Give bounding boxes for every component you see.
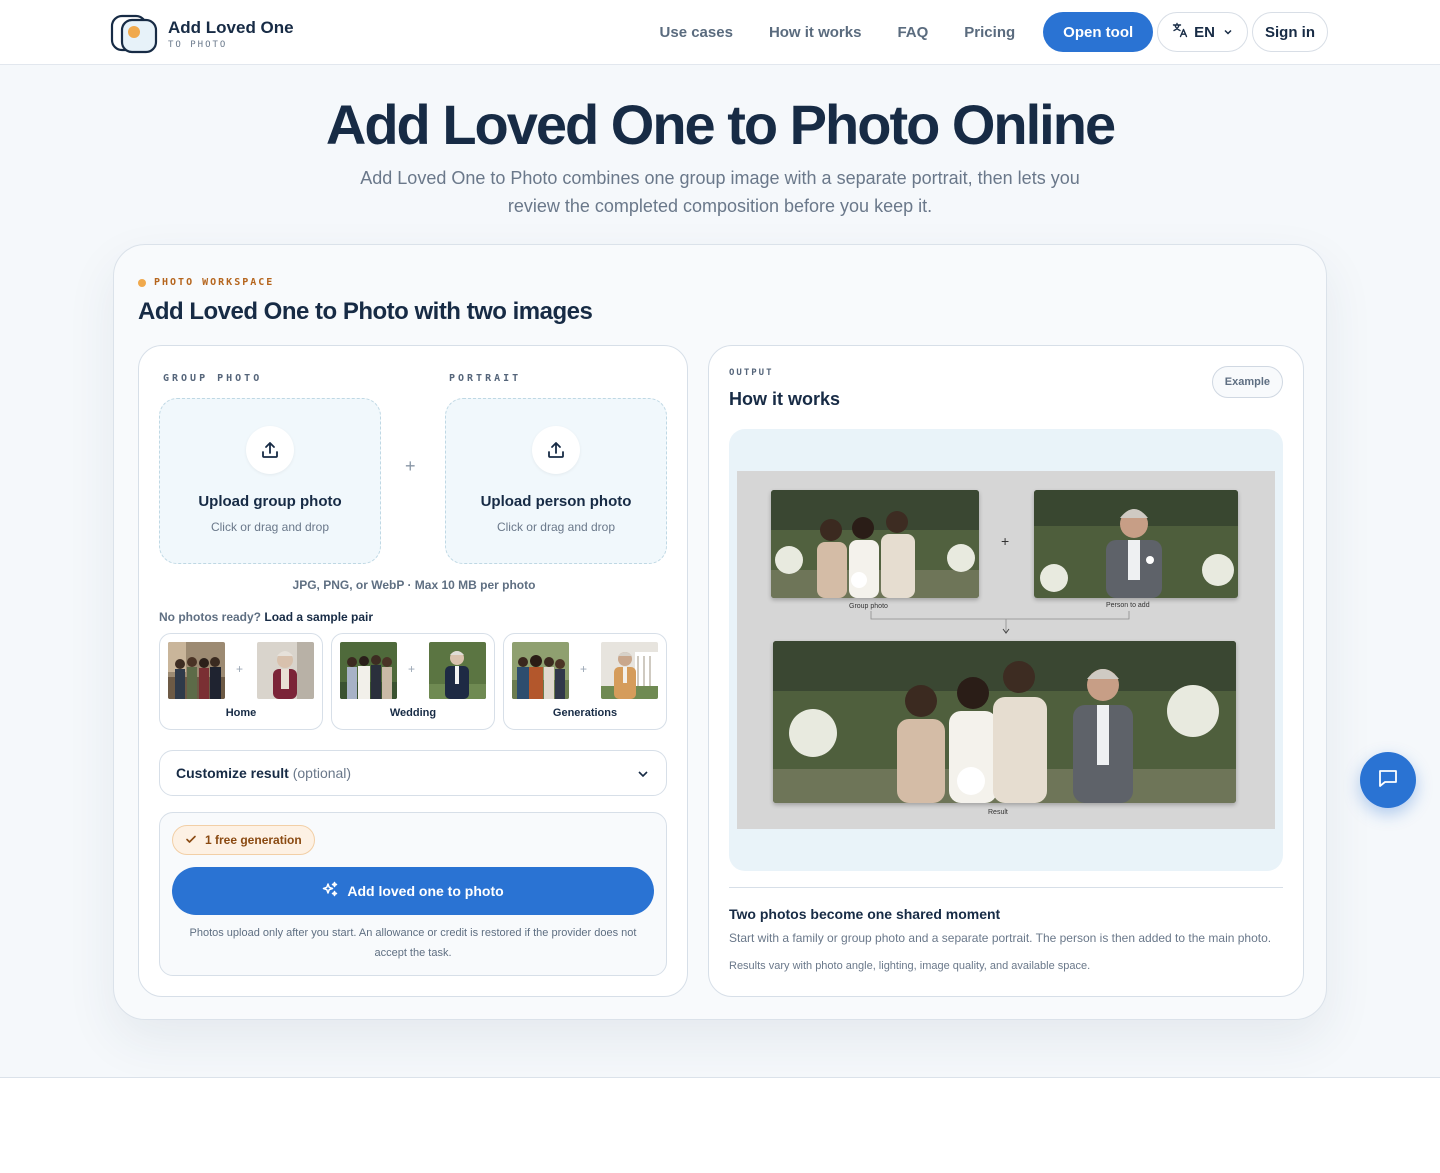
workspace-title: Add Loved One to Photo with two images <box>138 298 593 325</box>
example-button[interactable]: Example <box>1211 366 1283 398</box>
sample-note: No photos ready? Load a sample pair <box>159 610 373 624</box>
divider <box>729 887 1283 888</box>
output-label: OUTPUT <box>729 368 774 378</box>
sample-card-home[interactable]: + Home <box>159 633 323 730</box>
free-generation-badge: 1 free generation <box>172 825 315 855</box>
sample-card-wedding[interactable]: + Wedding <box>331 633 495 730</box>
sign-in-button[interactable]: Sign in <box>1252 12 1328 52</box>
customize-title: Customize result <box>176 765 289 781</box>
generation-note: Photos upload only after you start. An a… <box>189 927 637 959</box>
example-diagram: Group photo + Person to add Result <box>737 471 1275 829</box>
page-subtitle: Add Loved One to Photo combines one grou… <box>360 168 1080 216</box>
logo-title: Add Loved One <box>168 18 294 37</box>
workspace-tag-label: PHOTO WORKSPACE <box>154 277 275 288</box>
load-sample-link[interactable]: Load a sample pair <box>264 610 373 624</box>
upload-person-title: Upload person photo <box>480 493 632 510</box>
sparkle-icon <box>322 881 339 901</box>
upload-group-hint: Click or drag and drop <box>210 520 330 534</box>
language-selector[interactable]: EN <box>1157 12 1248 52</box>
logo-subtitle: TO PHOTO <box>168 40 228 50</box>
open-tool-button[interactable]: Open tool <box>1043 12 1154 52</box>
site-header: Add Loved One TO PHOTO Use cases How it … <box>0 0 1440 65</box>
output-panel: OUTPUT How it works Example Group photo … <box>708 345 1304 997</box>
output-title: How it works <box>729 389 841 409</box>
caption-result: Result <box>988 809 1008 816</box>
description-note: Results vary with photo angle, lighting,… <box>729 960 1091 972</box>
page-title: Add Loved One to Photo Online <box>325 93 1116 156</box>
add-loved-one-button[interactable]: Add loved one to photo <box>172 867 654 915</box>
upload-person-hint: Click or drag and drop <box>496 520 616 534</box>
plus-icon: + <box>408 662 416 676</box>
input-panel: GROUP PHOTO PORTRAIT Upload group photo … <box>138 345 688 997</box>
main-nav: Use cases How it works FAQ Pricing Open … <box>660 12 1328 52</box>
upload-group-dropzone[interactable]: Upload group photo Click or drag and dro… <box>159 398 381 564</box>
sample-label: Generations <box>552 707 618 719</box>
upload-icon <box>532 426 580 474</box>
plus-icon: + <box>405 456 416 476</box>
plus-icon: + <box>236 662 244 676</box>
chevron-down-icon <box>1223 24 1233 41</box>
chevron-down-icon <box>636 767 650 786</box>
upload-group-title: Upload group photo <box>198 493 342 510</box>
nav-faq[interactable]: FAQ <box>897 24 928 41</box>
sample-group-thumb <box>168 642 225 699</box>
example-preview: Group photo + Person to add Result <box>729 429 1283 871</box>
customize-optional: (optional) <box>292 765 352 781</box>
sample-portrait-thumb <box>429 642 486 699</box>
translate-icon <box>1172 22 1188 42</box>
example-result-photo <box>773 641 1236 803</box>
customize-result-toggle[interactable]: Customize result (optional) <box>159 750 667 796</box>
description-title: Two photos become one shared moment <box>729 906 1001 922</box>
chat-icon <box>1376 766 1400 795</box>
group-photo-label: GROUP PHOTO <box>163 373 263 384</box>
footer-area <box>0 1077 1440 1173</box>
photo-workspace: PHOTO WORKSPACE Add Loved One to Photo w… <box>113 244 1327 1020</box>
workspace-tag: PHOTO WORKSPACE <box>138 277 274 288</box>
nav-use-cases[interactable]: Use cases <box>660 24 733 41</box>
language-code: EN <box>1194 23 1215 41</box>
generate-box: 1 free generation Add loved one to photo… <box>159 812 667 976</box>
sample-card-generations[interactable]: + Generations <box>503 633 667 730</box>
sample-group-thumb <box>512 642 569 699</box>
format-note: JPG, PNG, or WebP · Max 10 MB per photo <box>292 578 536 592</box>
chat-button[interactable] <box>1360 752 1416 808</box>
check-icon <box>185 833 197 848</box>
sample-portrait-thumb <box>601 642 658 699</box>
upload-person-dropzone[interactable]: Upload person photo Click or drag and dr… <box>445 398 667 564</box>
plus-icon: + <box>580 662 588 676</box>
customize-label: Customize result (optional) <box>176 765 351 781</box>
add-loved-one-label: Add loved one to photo <box>347 883 504 899</box>
upload-icon <box>246 426 294 474</box>
sample-prefix: No photos ready? <box>159 610 262 624</box>
sample-label: Wedding <box>389 707 437 719</box>
status-dot <box>138 278 146 287</box>
sample-group-thumb <box>340 642 397 699</box>
free-generation-text: 1 free generation <box>205 833 302 847</box>
nav-pricing[interactable]: Pricing <box>964 24 1015 41</box>
sample-portrait-thumb <box>257 642 314 699</box>
portrait-label: PORTRAIT <box>449 373 522 384</box>
nav-how-it-works[interactable]: How it works <box>769 24 862 41</box>
logo-icon <box>110 14 158 54</box>
logo[interactable]: Add Loved One TO PHOTO <box>110 14 294 54</box>
description-text: Start with a family or group photo and a… <box>729 931 1272 945</box>
sample-label: Home <box>225 707 257 719</box>
